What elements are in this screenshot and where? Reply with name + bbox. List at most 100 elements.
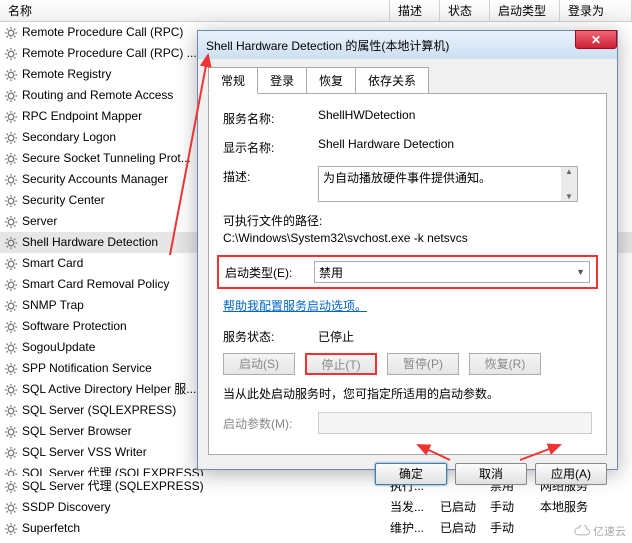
service-name: Smart Card Removal Policy (22, 274, 169, 295)
service-name: SQL Server 代理 (SQLEXPRESS) (22, 476, 204, 497)
dialog-footer: 确定 取消 应用(A) (198, 455, 617, 493)
gear-icon (4, 383, 18, 397)
gear-icon (4, 341, 18, 355)
service-row[interactable]: SSDP Discovery当发...已启动手动本地服务 (0, 497, 632, 518)
tab-deps[interactable]: 依存关系 (355, 67, 429, 93)
service-name: Secure Socket Tunneling Prot... (22, 148, 191, 169)
stop-button[interactable]: 停止(T) (305, 353, 377, 375)
scrollbar[interactable]: ▲▼ (561, 167, 577, 201)
gear-icon (4, 215, 18, 229)
status-value: 已停止 (318, 328, 354, 345)
param-label: 启动参数(M): (223, 415, 318, 432)
desc-box[interactable]: 为自动播放硬件事件提供通知。 ▲▼ (318, 166, 578, 202)
titlebar-text: Shell Hardware Detection 的属性(本地计算机) (206, 37, 449, 54)
start-button[interactable]: 启动(S) (223, 353, 295, 375)
startup-select[interactable]: 禁用 ▼ (314, 261, 590, 283)
col-name[interactable]: 名称 (0, 0, 390, 21)
service-name: Server (22, 211, 57, 232)
disp-name-label: 显示名称: (223, 137, 318, 156)
gear-icon (4, 110, 18, 124)
startup-label: 启动类型(E): (225, 264, 314, 281)
gear-icon (4, 404, 18, 418)
gear-icon (4, 152, 18, 166)
service-name: SQL Active Directory Helper 服... (22, 379, 196, 400)
gear-icon (4, 47, 18, 61)
cloud-icon (573, 525, 591, 537)
service-name: Secondary Logon (22, 127, 116, 148)
properties-dialog: Shell Hardware Detection 的属性(本地计算机) ✕ 常规… (197, 30, 618, 470)
gear-icon (4, 89, 18, 103)
service-desc: 当发... (390, 497, 440, 518)
gear-icon (4, 362, 18, 376)
col-desc[interactable]: 描述 (390, 0, 440, 21)
gear-icon (4, 501, 18, 515)
cancel-button[interactable]: 取消 (455, 463, 527, 485)
chevron-up-icon[interactable]: ▲ (561, 167, 577, 176)
gear-icon (4, 194, 18, 208)
apply-button[interactable]: 应用(A) (535, 463, 607, 485)
startup-value: 禁用 (319, 264, 343, 281)
startup-row: 启动类型(E): 禁用 ▼ (217, 255, 598, 289)
param-input (318, 412, 592, 434)
service-name: SQL Server (SQLEXPRESS) (22, 400, 176, 421)
pause-button[interactable]: 暂停(P) (387, 353, 459, 375)
titlebar[interactable]: Shell Hardware Detection 的属性(本地计算机) ✕ (198, 31, 617, 59)
service-name: SPP Notification Service (22, 358, 152, 379)
service-name: RPC Endpoint Mapper (22, 106, 142, 127)
service-name: Remote Registry (22, 64, 111, 85)
chevron-down-icon: ▼ (576, 267, 585, 277)
svc-name-value: ShellHWDetection (318, 108, 592, 122)
service-buttons: 启动(S) 停止(T) 暂停(P) 恢复(R) (223, 353, 592, 375)
close-icon: ✕ (591, 33, 601, 47)
service-name: SSDP Discovery (22, 497, 110, 518)
tab-strip: 常规 登录 恢复 依存关系 (198, 59, 617, 93)
service-name: Smart Card (22, 253, 83, 274)
tab-content: 服务名称:ShellHWDetection 显示名称:Shell Hardwar… (208, 93, 607, 455)
watermark: 亿速云 (573, 523, 626, 539)
service-name: SogouUpdate (22, 337, 95, 358)
param-note: 当从此处启动服务时，您可指定所适用的启动参数。 (223, 385, 592, 402)
gear-icon (4, 131, 18, 145)
service-name: Superfetch (22, 518, 80, 539)
col-login[interactable]: 登录为 (560, 0, 632, 21)
list-header: 名称 描述 状态 启动类型 登录为 (0, 0, 632, 22)
service-row[interactable]: Superfetch 维护...已启动手动 (0, 518, 632, 539)
tab-logon[interactable]: 登录 (257, 67, 307, 93)
disp-name-value: Shell Hardware Detection (318, 137, 592, 151)
chevron-down-icon[interactable]: ▼ (561, 192, 577, 201)
status-label: 服务状态: (223, 328, 318, 345)
service-name: SQL Server Browser (22, 421, 132, 442)
gear-icon (4, 26, 18, 40)
gear-icon (4, 278, 18, 292)
service-name: Routing and Remote Access (22, 85, 173, 106)
gear-icon (4, 173, 18, 187)
close-button[interactable]: ✕ (575, 30, 617, 49)
tab-recovery[interactable]: 恢复 (306, 67, 356, 93)
service-status: 已启动 (440, 497, 490, 518)
col-status[interactable]: 状态 (440, 0, 490, 21)
service-login: 本地服务 (540, 497, 590, 518)
ok-button[interactable]: 确定 (375, 463, 447, 485)
gear-icon (4, 425, 18, 439)
service-name: Remote Procedure Call (RPC) ... (22, 43, 197, 64)
gear-icon (4, 320, 18, 334)
resume-button[interactable]: 恢复(R) (469, 353, 541, 375)
gear-icon (4, 299, 18, 313)
service-startup: 手动 (490, 518, 540, 539)
service-name: SQL Server VSS Writer (22, 442, 147, 463)
gear-icon (4, 257, 18, 271)
gear-icon (4, 446, 18, 460)
service-desc: 维护... (390, 518, 440, 539)
tab-general[interactable]: 常规 (208, 67, 258, 94)
service-name: SNMP Trap (22, 295, 84, 316)
gear-icon (4, 68, 18, 82)
gear-icon (4, 522, 18, 536)
path-label: 可执行文件的路径: (223, 212, 592, 229)
gear-icon (4, 480, 18, 494)
help-link[interactable]: 帮助我配置服务启动选项。 (223, 297, 367, 314)
gear-icon (4, 236, 18, 250)
svc-name-label: 服务名称: (223, 108, 318, 127)
col-startup[interactable]: 启动类型 (490, 0, 560, 21)
service-status: 已启动 (440, 518, 490, 539)
path-value: C:\Windows\System32\svchost.exe -k netsv… (223, 231, 592, 245)
